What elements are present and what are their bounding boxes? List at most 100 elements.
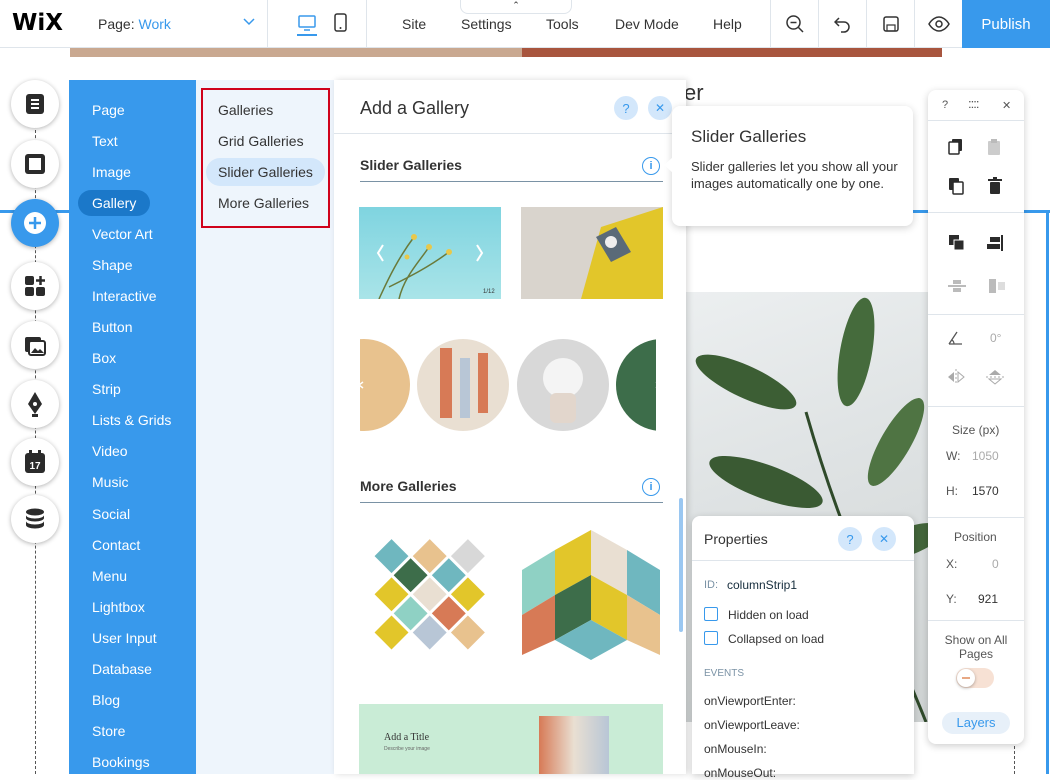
database-icon[interactable] <box>11 495 59 543</box>
more-gallery-thumb-2[interactable] <box>522 525 660 665</box>
y-value[interactable]: 921 <box>978 592 998 606</box>
wix-logo[interactable]: WiX <box>12 10 63 36</box>
section-title-slider: Slider Galleries <box>360 157 462 173</box>
canvas-heading-fragment: er <box>684 80 704 105</box>
close-button[interactable]: ✕ <box>648 96 672 120</box>
page-selector[interactable]: Page: Work <box>78 0 268 48</box>
more-gallery-thumb-1[interactable] <box>360 525 498 665</box>
slider-gallery-thumb-1[interactable]: 1/12 <box>359 207 501 299</box>
category-music[interactable]: Music <box>92 474 129 490</box>
info-icon[interactable]: i <box>642 157 660 175</box>
help-button[interactable]: ? <box>614 96 638 120</box>
height-label: H: <box>946 484 958 498</box>
category-lists-grids[interactable]: Lists & Grids <box>92 412 171 428</box>
event-mouse-out[interactable]: onMouseOut: <box>704 766 776 780</box>
hidden-on-load-checkbox[interactable] <box>704 607 718 621</box>
copy-icon[interactable] <box>948 138 964 161</box>
info-icon[interactable]: i <box>642 478 660 496</box>
category-strip[interactable]: Strip <box>92 381 121 397</box>
category-gallery[interactable]: Gallery <box>78 190 151 216</box>
nav-help[interactable]: Help <box>713 16 742 32</box>
nav-dev-mode[interactable]: Dev Mode <box>615 16 679 32</box>
menus-pages-icon[interactable] <box>11 80 59 128</box>
more-gallery-thumb-3[interactable]: Add a Title Describe your image <box>359 704 663 774</box>
bookings-calendar-icon[interactable]: 17 <box>11 438 59 486</box>
show-on-all-pages-toggle[interactable] <box>956 668 994 688</box>
match-size-icon <box>988 277 1006 300</box>
category-social[interactable]: Social <box>92 506 130 522</box>
help-button[interactable]: ? <box>838 527 862 551</box>
width-value[interactable]: 1050 <box>972 449 999 463</box>
category-box[interactable]: Box <box>92 350 116 366</box>
section-divider <box>360 502 663 503</box>
category-vector-art[interactable]: Vector Art <box>92 226 153 242</box>
category-text[interactable]: Text <box>92 133 118 149</box>
toolbar-help[interactable]: ? <box>942 99 948 111</box>
publish-button[interactable]: Publish <box>962 0 1050 48</box>
add-icon[interactable] <box>11 199 59 247</box>
event-viewport-leave[interactable]: onViewportLeave: <box>704 718 800 732</box>
add-apps-icon[interactable] <box>11 262 59 310</box>
event-viewport-enter[interactable]: onViewportEnter: <box>704 694 796 708</box>
add-categories-panel: Page Text Image Gallery Vector Art Shape… <box>69 80 196 774</box>
properties-panel: Properties ? ✕ ID: columnStrip1 Hidden o… <box>692 516 914 780</box>
category-user-input[interactable]: User Input <box>92 630 157 646</box>
slider-gallery-thumb-3[interactable] <box>360 338 656 432</box>
category-video[interactable]: Video <box>92 443 128 459</box>
panel-scrollbar[interactable] <box>679 498 683 632</box>
align-icon[interactable] <box>986 234 1004 257</box>
category-blog[interactable]: Blog <box>92 692 120 708</box>
undo-icon[interactable] <box>818 0 866 48</box>
rotation-value[interactable]: 0° <box>990 331 1001 345</box>
category-shape[interactable]: Shape <box>92 257 132 273</box>
hidden-on-load-label: Hidden on load <box>728 608 809 622</box>
media-icon[interactable] <box>11 321 59 369</box>
category-image[interactable]: Image <box>92 164 131 180</box>
nav-site[interactable]: Site <box>402 16 426 32</box>
collapsed-on-load-checkbox[interactable] <box>704 631 718 645</box>
category-interactive[interactable]: Interactive <box>92 288 157 304</box>
slider-galleries-tooltip: Slider Galleries Slider galleries let yo… <box>672 106 913 226</box>
x-label: X: <box>946 557 958 571</box>
drag-handle-icon[interactable]: :::: <box>968 96 979 111</box>
category-page[interactable]: Page <box>92 102 125 118</box>
nav-settings[interactable]: Settings <box>461 16 512 32</box>
separator <box>366 0 367 48</box>
preview-image <box>539 716 609 774</box>
category-store[interactable]: Store <box>92 723 125 739</box>
height-value[interactable]: 1570 <box>972 484 999 498</box>
rotate-icon[interactable] <box>947 330 963 351</box>
delete-icon[interactable] <box>988 177 1002 200</box>
layers-button[interactable]: Layers <box>942 712 1010 734</box>
toolbar-close[interactable]: ✕ <box>1002 99 1011 112</box>
category-database[interactable]: Database <box>92 661 152 677</box>
arrange-icon[interactable] <box>948 234 966 257</box>
id-value[interactable]: columnStrip1 <box>727 578 797 592</box>
divider <box>928 620 1024 621</box>
close-button[interactable]: ✕ <box>872 527 896 551</box>
desktop-icon[interactable] <box>296 12 318 36</box>
duplicate-icon[interactable] <box>948 177 964 200</box>
tooltip-arrow <box>664 157 673 173</box>
preview-icon[interactable] <box>914 0 962 48</box>
category-lightbox[interactable]: Lightbox <box>92 599 145 615</box>
y-label: Y: <box>946 592 957 606</box>
category-bookings[interactable]: Bookings <box>92 754 150 770</box>
category-contact[interactable]: Contact <box>92 537 140 553</box>
category-button[interactable]: Button <box>92 319 132 335</box>
category-menu[interactable]: Menu <box>92 568 127 584</box>
event-mouse-in[interactable]: onMouseIn: <box>704 742 767 756</box>
save-icon[interactable] <box>866 0 914 48</box>
slider-counter: 1/12 <box>483 289 495 295</box>
background-icon[interactable] <box>11 140 59 188</box>
slider-gallery-thumb-2[interactable] <box>521 207 663 299</box>
zoom-out-icon[interactable] <box>770 0 818 48</box>
collapse-topbar-handle[interactable]: ⌃ <box>460 0 572 14</box>
toggle-knob <box>957 669 975 687</box>
divider <box>928 314 1024 315</box>
blog-pen-icon[interactable] <box>11 380 59 428</box>
x-value[interactable]: 0 <box>992 557 999 571</box>
gridline-left <box>35 90 36 774</box>
nav-tools[interactable]: Tools <box>546 16 579 32</box>
mobile-icon[interactable] <box>330 12 352 36</box>
